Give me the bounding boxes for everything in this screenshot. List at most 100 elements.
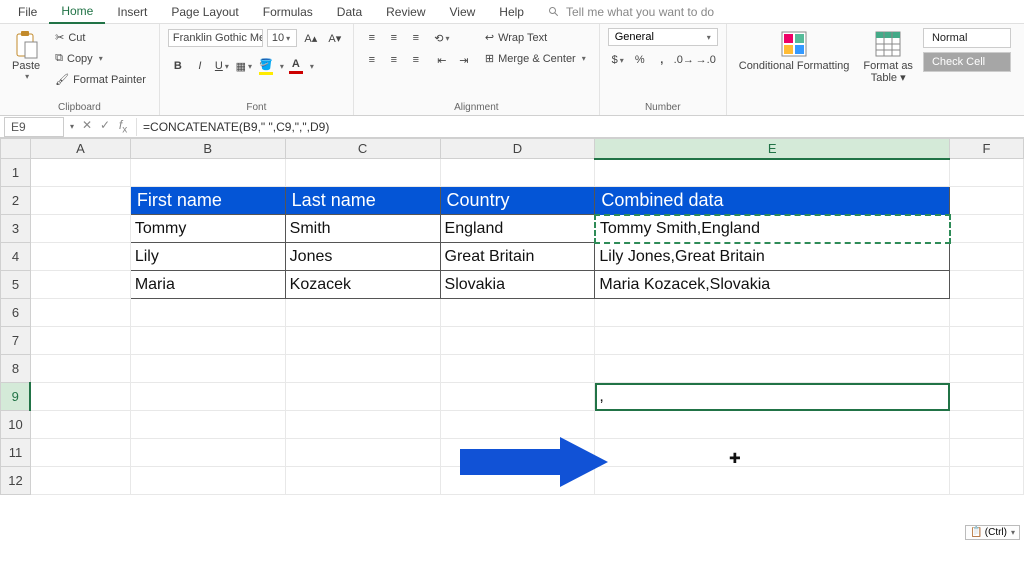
- cell-c10[interactable]: [285, 411, 440, 439]
- font-color-button[interactable]: A: [286, 56, 306, 76]
- cell-d1[interactable]: [440, 159, 595, 187]
- cell-e2[interactable]: Combined data: [595, 187, 950, 215]
- cell-d5[interactable]: Slovakia: [440, 271, 595, 299]
- tab-page-layout[interactable]: Page Layout: [159, 1, 250, 23]
- fill-color-button[interactable]: 🪣: [256, 56, 276, 76]
- format-as-table-button[interactable]: Format as Table ▾: [859, 28, 917, 86]
- cell-e12[interactable]: [595, 467, 950, 495]
- cell-e5[interactable]: Maria Kozacek,Slovakia: [595, 271, 950, 299]
- cell-c8[interactable]: [285, 355, 440, 383]
- cell-b4[interactable]: Lily: [130, 243, 285, 271]
- cell-a9[interactable]: [30, 383, 130, 411]
- wrap-text-button[interactable]: ↩Wrap Text: [480, 28, 591, 47]
- cell-style-check[interactable]: Check Cell: [923, 52, 1011, 72]
- font-name-dropdown[interactable]: Franklin Gothic Medium ▾: [168, 29, 263, 47]
- border-button[interactable]: ▦▾: [234, 56, 254, 76]
- fx-icon[interactable]: fx: [116, 118, 130, 135]
- cell-b3[interactable]: Tommy: [130, 215, 285, 243]
- increase-decimal-icon[interactable]: .0→: [674, 50, 694, 70]
- cell-f1[interactable]: [950, 159, 1024, 187]
- tell-me-search[interactable]: Tell me what you want to do: [548, 5, 714, 19]
- cell-c7[interactable]: [285, 327, 440, 355]
- row-header-11[interactable]: 11: [1, 439, 31, 467]
- col-header-f[interactable]: F: [950, 139, 1024, 159]
- cell-a7[interactable]: [30, 327, 130, 355]
- cell-b1[interactable]: [130, 159, 285, 187]
- cell-e7[interactable]: [595, 327, 950, 355]
- row-header-3[interactable]: 3: [1, 215, 31, 243]
- cancel-formula-icon[interactable]: ✕: [80, 118, 94, 135]
- cell-d8[interactable]: [440, 355, 595, 383]
- cell-f10[interactable]: [950, 411, 1024, 439]
- formula-input[interactable]: =CONCATENATE(B9," ",C9,",",D9): [136, 118, 1024, 136]
- cell-a6[interactable]: [30, 299, 130, 327]
- cell-a5[interactable]: [30, 271, 130, 299]
- copy-button[interactable]: ⧉Copy▾: [50, 49, 151, 68]
- decrease-decimal-icon[interactable]: →.0: [696, 50, 716, 70]
- cell-c3[interactable]: Smith: [285, 215, 440, 243]
- cell-a2[interactable]: [30, 187, 130, 215]
- cell-a11[interactable]: [30, 439, 130, 467]
- tab-file[interactable]: File: [6, 1, 49, 23]
- row-header-9[interactable]: 9: [1, 383, 31, 411]
- cell-e8[interactable]: [595, 355, 950, 383]
- cell-f4[interactable]: [950, 243, 1024, 271]
- cell-c9[interactable]: [285, 383, 440, 411]
- italic-button[interactable]: I: [190, 56, 210, 76]
- cell-f8[interactable]: [950, 355, 1024, 383]
- align-center-icon[interactable]: ≡: [384, 50, 404, 70]
- row-header-10[interactable]: 10: [1, 411, 31, 439]
- cell-d3[interactable]: England: [440, 215, 595, 243]
- cell-c4[interactable]: Jones: [285, 243, 440, 271]
- row-header-6[interactable]: 6: [1, 299, 31, 327]
- currency-button[interactable]: $▾: [608, 50, 628, 70]
- cell-c12[interactable]: [285, 467, 440, 495]
- cell-a3[interactable]: [30, 215, 130, 243]
- cell-f9[interactable]: [950, 383, 1024, 411]
- cell-e3[interactable]: Tommy Smith,England: [595, 215, 950, 243]
- comma-button[interactable]: ,: [652, 50, 672, 70]
- font-size-dropdown[interactable]: 10▾: [267, 29, 297, 47]
- align-left-icon[interactable]: ≡: [362, 50, 382, 70]
- cell-e4[interactable]: Lily Jones,Great Britain: [595, 243, 950, 271]
- cell-c1[interactable]: [285, 159, 440, 187]
- bold-button[interactable]: B: [168, 56, 188, 76]
- row-header-7[interactable]: 7: [1, 327, 31, 355]
- col-header-d[interactable]: D: [440, 139, 595, 159]
- cell-c2[interactable]: Last name: [285, 187, 440, 215]
- cell-a10[interactable]: [30, 411, 130, 439]
- cell-b9[interactable]: [130, 383, 285, 411]
- cell-b10[interactable]: [130, 411, 285, 439]
- cell-d9[interactable]: [440, 383, 595, 411]
- format-painter-button[interactable]: 🖌Format Painter: [50, 70, 151, 89]
- cell-a8[interactable]: [30, 355, 130, 383]
- tab-insert[interactable]: Insert: [105, 1, 159, 23]
- cell-d6[interactable]: [440, 299, 595, 327]
- cell-f6[interactable]: [950, 299, 1024, 327]
- number-format-dropdown[interactable]: General▾: [608, 28, 718, 46]
- cell-b8[interactable]: [130, 355, 285, 383]
- cell-c6[interactable]: [285, 299, 440, 327]
- cell-e11[interactable]: [595, 439, 950, 467]
- cell-f2[interactable]: [950, 187, 1024, 215]
- tab-view[interactable]: View: [438, 1, 488, 23]
- tab-formulas[interactable]: Formulas: [251, 1, 325, 23]
- percent-button[interactable]: %: [630, 50, 650, 70]
- align-bottom-icon[interactable]: ≡: [406, 28, 426, 48]
- decrease-indent-icon[interactable]: ⇤: [432, 50, 452, 70]
- tab-review[interactable]: Review: [374, 1, 437, 23]
- row-header-8[interactable]: 8: [1, 355, 31, 383]
- cell-f11[interactable]: [950, 439, 1024, 467]
- align-middle-icon[interactable]: ≡: [384, 28, 404, 48]
- align-right-icon[interactable]: ≡: [406, 50, 426, 70]
- cell-b6[interactable]: [130, 299, 285, 327]
- cell-a1[interactable]: [30, 159, 130, 187]
- tab-data[interactable]: Data: [325, 1, 374, 23]
- row-header-12[interactable]: 12: [1, 467, 31, 495]
- merge-center-button[interactable]: ⊞Merge & Center▾: [480, 49, 591, 68]
- cell-f5[interactable]: [950, 271, 1024, 299]
- cell-b11[interactable]: [130, 439, 285, 467]
- cell-d2[interactable]: Country: [440, 187, 595, 215]
- tab-home[interactable]: Home: [49, 0, 105, 24]
- cell-c11[interactable]: [285, 439, 440, 467]
